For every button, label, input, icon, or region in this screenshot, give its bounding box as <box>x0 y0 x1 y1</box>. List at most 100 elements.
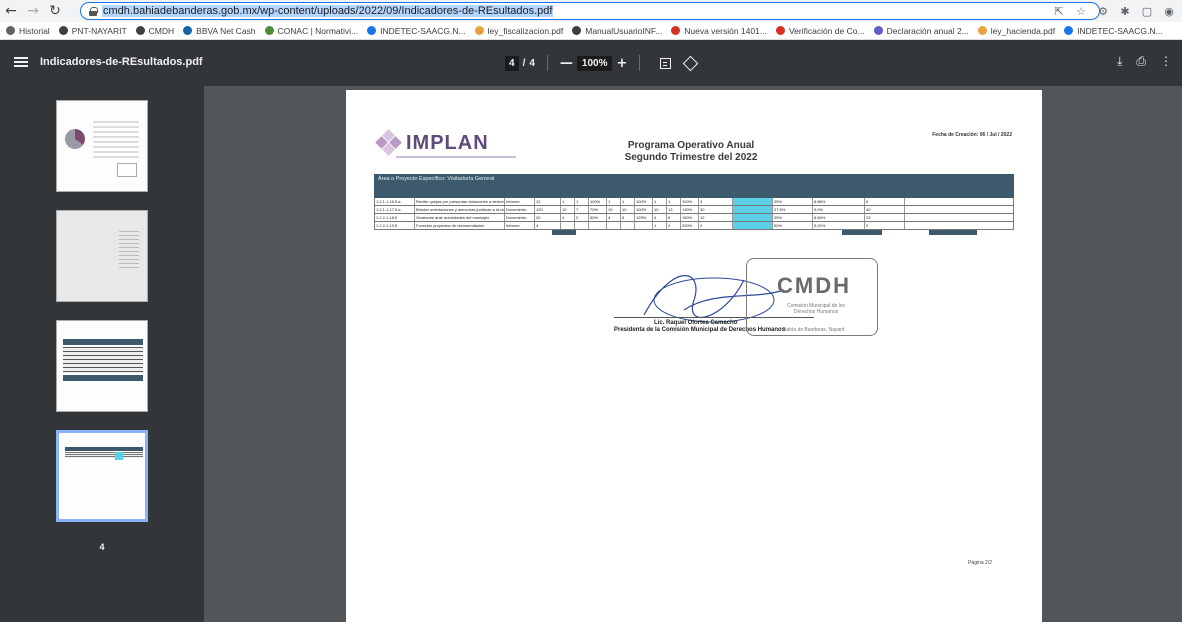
pdf-viewer[interactable]: IMPLAN Fecha de Creación: 06 / Jul / 202… <box>204 86 1182 622</box>
bookmark-item[interactable]: CMDH <box>135 25 175 36</box>
table-cell: 27.5% <box>773 206 813 213</box>
bookmark-favicon-icon <box>775 26 785 35</box>
thumbnail-page-2[interactable]: 2 <box>0 210 204 332</box>
bookmark-favicon-icon <box>367 26 377 35</box>
bookmark-item[interactable]: ley_hacienda.pdf <box>977 26 1055 36</box>
bookmark-item[interactable]: Historial <box>6 26 50 36</box>
bookmark-item[interactable]: ley_fiscalizacion.pdf <box>474 25 564 36</box>
thumbnail-page-3[interactable]: 3 <box>0 320 204 442</box>
table-cell: 1.2.1.1.16.5.a <box>375 198 415 205</box>
table-cell: 20 <box>535 214 561 221</box>
table-cell: 5.02% <box>813 222 865 229</box>
bookmark-item[interactable]: INDETEC-SAACG.N... <box>1064 26 1163 36</box>
bookmarks-bar: Historial PNT-NAYARIT CMDH BBVA Net Cash CON… <box>0 22 1182 40</box>
table-cell: 50% <box>589 214 607 221</box>
bookmark-label: Historial <box>19 25 50 36</box>
page-separator: / <box>522 57 526 69</box>
table-cell: 13 <box>667 206 681 213</box>
zoom-out-button[interactable]: — <box>560 56 573 71</box>
table-cell: 9.0% <box>813 206 865 213</box>
back-icon[interactable]: ← <box>0 0 22 22</box>
bookmark-item[interactable]: Nueva versión 1401... <box>671 26 767 36</box>
zoom-in-button[interactable]: + <box>616 56 627 71</box>
table-header: Área o Proyecto Específico: Visitaduría … <box>374 174 1014 198</box>
profile-icon[interactable]: ◉ <box>1162 4 1176 18</box>
table-cell <box>733 214 773 221</box>
toolbar-divider <box>546 55 548 71</box>
share-icon[interactable]: ⇱ <box>1052 4 1066 18</box>
bookmark-item[interactable]: Declaración anual 2... <box>873 25 969 36</box>
extension-icon[interactable]: ⚙ <box>1096 4 1110 18</box>
bookmark-label: INDETEC-SAACG.N... <box>380 25 466 36</box>
area-label: Área o Proyecto Específico: Visitaduría … <box>378 176 495 182</box>
thumbnail-image[interactable] <box>56 320 148 412</box>
thumbnail-label: 4 <box>99 542 105 552</box>
address-bar[interactable]: cmdh.bahiadebanderas.gob.mx/wp-content/u… <box>80 2 1100 20</box>
zoom-input[interactable]: 100% <box>576 55 613 71</box>
window-icon[interactable]: ▢ <box>1140 4 1154 18</box>
table-cell: Informe <box>505 198 535 205</box>
print-icon[interactable]: ⎙ <box>1136 54 1146 69</box>
url-text[interactable]: cmdh.bahiadebanderas.gob.mx/wp-content/u… <box>102 5 554 17</box>
bookmark-label: ManualUsuarioINF... <box>585 25 663 36</box>
table-cell: 10 <box>653 206 667 213</box>
table-cell: 25% <box>773 198 813 205</box>
table-cell: 6 <box>865 198 905 205</box>
table-cell <box>733 206 773 213</box>
table-cell: 5 <box>621 214 635 221</box>
puzzle-icon[interactable]: ✱ <box>1118 4 1132 18</box>
table-row: 1.2.2.1.18.5 Gestiones ante autoridades d… <box>374 214 1014 222</box>
menu-icon[interactable] <box>14 57 28 67</box>
bookmark-star-icon[interactable]: ☆ <box>1074 4 1088 18</box>
reload-icon[interactable]: ↻ <box>44 0 66 22</box>
table-cell: 4 <box>653 214 667 221</box>
thumbnail-image[interactable] <box>56 100 148 192</box>
bookmark-item[interactable]: PNT-NAYARIT <box>58 25 127 36</box>
forward-icon[interactable]: → <box>22 0 44 22</box>
table-cell: Documento <box>505 214 535 221</box>
thumbnail-sidebar: 1 2 3 4 <box>0 86 204 622</box>
bookmark-item[interactable]: CONAC | Normativi... <box>264 26 358 36</box>
table-cell <box>621 222 635 229</box>
bookmark-label: Verificación de Co... <box>788 25 865 36</box>
bookmark-item[interactable]: ManualUsuarioINF... <box>572 26 662 36</box>
thumbnail-page-4[interactable]: 4 <box>0 430 204 552</box>
table-cell <box>733 198 773 205</box>
bookmark-label: BBVA Net Cash <box>196 25 256 36</box>
lock-icon[interactable] <box>89 6 98 16</box>
table-cell: 1 <box>607 198 621 205</box>
fit-page-icon[interactable] <box>660 57 672 69</box>
download-icon[interactable]: ⤓ <box>1117 54 1122 69</box>
bookmark-label: CMDH <box>148 25 175 36</box>
table-cell: 1 <box>561 198 575 205</box>
thumbnail-image[interactable] <box>56 430 148 522</box>
table-cell: 125% <box>635 214 653 221</box>
bookmark-label: Declaración anual 2... <box>886 25 969 36</box>
rotate-icon[interactable] <box>683 55 699 71</box>
thumbnail-page-1[interactable]: 1 <box>0 100 204 222</box>
bookmark-item[interactable]: INDETEC-SAACG.N... <box>367 25 466 36</box>
bookmark-item[interactable]: BBVA Net Cash <box>183 25 256 36</box>
bookmark-favicon-icon <box>1064 26 1074 35</box>
table-cell: Recibir quejas por presuntas violaciones… <box>416 198 505 205</box>
more-options-icon[interactable]: ⋮ <box>1160 54 1172 69</box>
table-cell: 100% <box>681 198 699 205</box>
bookmark-favicon-icon <box>183 26 193 35</box>
table-cell: 2 <box>699 222 733 229</box>
bookmark-favicon-icon <box>58 26 68 35</box>
bookmark-favicon-icon <box>6 26 15 35</box>
table-cell: 30 <box>699 206 733 213</box>
pdf-toolbar: Indicadores-de-REsultados.pdf 4 / 4 — 10… <box>0 40 1182 86</box>
thumbnail-image[interactable] <box>56 210 148 302</box>
page-number-input[interactable]: 4 <box>505 55 519 71</box>
bookmark-label: PNT-NAYARIT <box>71 25 127 36</box>
table-cell: 1.2.2.1.18.5 <box>375 214 415 221</box>
table-cell: 6 <box>667 214 681 221</box>
report-title: Programa Operativo Anual Segundo Trimest… <box>556 140 826 164</box>
bookmark-favicon-icon <box>977 26 987 35</box>
bookmark-item[interactable]: Verificación de Co... <box>775 25 865 36</box>
table-cell: Gestiones ante autoridades del municipio <box>415 214 505 221</box>
bookmark-label: ley_fiscalizacion.pdf <box>487 25 564 36</box>
page-controls: 4 / 4 — 100% + <box>505 55 699 71</box>
table-cell: Brindar orientaciones y asesorías jurídi… <box>416 206 505 213</box>
